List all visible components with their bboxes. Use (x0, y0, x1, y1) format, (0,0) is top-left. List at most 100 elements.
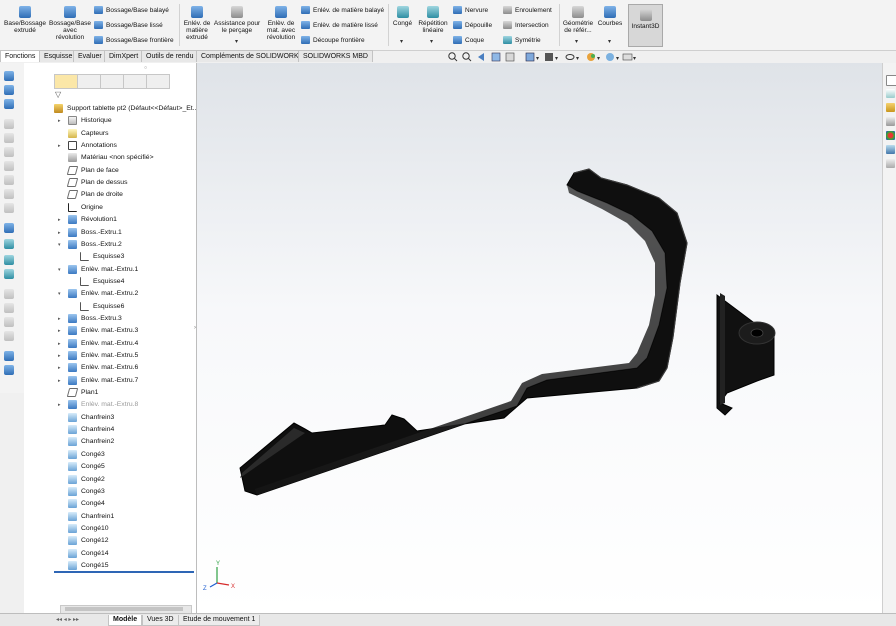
tree-item[interactable]: ▸ Enlèv. mat.-Extru.5 (24, 350, 196, 362)
tree-item[interactable]: ▸ Révolution1 (24, 214, 196, 226)
rib-button[interactable]: Nervure (453, 6, 488, 15)
tree-item[interactable]: Plan de face (24, 165, 196, 177)
file-explorer-icon[interactable] (886, 117, 895, 126)
view-settings-icon[interactable]: ▾ (622, 53, 636, 62)
tree-item[interactable]: ▸ Historique (24, 115, 196, 127)
fillet-button[interactable]: Congé (390, 6, 415, 27)
tree-item[interactable]: Congé3 (24, 449, 196, 461)
dimxpert-manager-tab-icon[interactable] (123, 74, 147, 89)
instant3d-button[interactable]: Instant3D (628, 4, 663, 47)
mirror-button[interactable]: Symétrie (503, 36, 541, 45)
hide-show-items-icon[interactable]: ▾ (565, 54, 579, 63)
swept-boss-button[interactable]: Bossage/Base balayé (94, 6, 169, 15)
property-manager-tab-icon[interactable] (77, 74, 101, 89)
view-orientation-icon[interactable]: ▾ (525, 52, 539, 62)
apply-scene-icon[interactable]: ▾ (606, 53, 619, 62)
tree-item[interactable]: ▸ Enlèv. mat.-Extru.8 (24, 399, 196, 411)
curves-chevron-down-icon[interactable]: ▾ (608, 38, 611, 45)
reference-geometry-button[interactable]: Géométrie de référ... (561, 6, 595, 34)
toolbar-shell-icon[interactable] (4, 239, 14, 249)
display-manager-tab-icon[interactable] (146, 74, 170, 89)
tab-esquisse[interactable]: Esquisse (39, 50, 78, 62)
lofted-boss-button[interactable]: Bossage/Base lissé (94, 21, 163, 30)
shell-button[interactable]: Coque (453, 36, 484, 45)
expand-arrow-icon[interactable]: ▸ (58, 313, 64, 325)
tree-item[interactable]: Chanfrein4 (24, 424, 196, 436)
tree-item[interactable]: ▸ Annotations (24, 140, 196, 152)
graphics-area[interactable]: Y X Z (197, 63, 882, 613)
tree-item[interactable]: Chanfrein3 (24, 412, 196, 424)
expanded-arrow-icon[interactable]: ▾ (58, 288, 64, 300)
expand-arrow-icon[interactable]: ▸ (58, 338, 64, 350)
expand-arrow-icon[interactable]: ▸ (58, 115, 64, 127)
panel-grip-icon[interactable]: ○ (144, 65, 147, 71)
zoom-to-fit-icon[interactable] (448, 52, 458, 62)
tree-item[interactable]: ▾ Enlèv. mat.-Extru.1 (24, 264, 196, 276)
expanded-arrow-icon[interactable]: ▾ (58, 264, 64, 276)
tree-item[interactable]: Esquisse4 (24, 276, 196, 288)
tree-item[interactable]: Support tablette pt2 (Défaut<<Défaut>_Et… (24, 103, 198, 115)
feature-manager-tab-icon[interactable] (54, 74, 78, 89)
collapse-panel-icon[interactable]: › (194, 325, 196, 331)
tree-item[interactable]: Congé12 (24, 535, 196, 547)
tab-fonctions[interactable]: Fonctions (0, 50, 41, 62)
toolbar-feature-icon[interactable] (4, 365, 14, 375)
toolbar-sweep-icon[interactable] (4, 99, 14, 109)
toolbar-hole-icon[interactable] (4, 223, 14, 233)
tab-scroll-arrows-icon[interactable]: ◂◂ ◂ ▸ ▸▸ (56, 616, 79, 623)
tree-item[interactable]: ▸ Boss.-Extru.3 (24, 313, 196, 325)
tree-item[interactable]: ▸ Enlèv. mat.-Extru.3 (24, 325, 196, 337)
tree-item[interactable]: Capteurs (24, 128, 196, 140)
expanded-arrow-icon[interactable]: ▾ (58, 239, 64, 251)
previous-view-icon[interactable] (478, 53, 484, 61)
tree-item[interactable]: ▸ Enlèv. mat.-Extru.7 (24, 375, 196, 387)
tree-item[interactable]: Congé2 (24, 474, 196, 486)
appearances-icon[interactable] (886, 131, 895, 140)
linear-pattern-button[interactable]: Répétition linéaire (416, 6, 450, 34)
hole-wizard-button[interactable]: Assistance pour le perçage (213, 6, 261, 34)
display-style-icon[interactable]: ▾ (545, 53, 558, 62)
tree-item[interactable]: Chanfrein1 (24, 511, 196, 523)
tree-item[interactable]: Congé5 (24, 461, 196, 473)
wrap-button[interactable]: Enroulement (503, 6, 552, 15)
dynamic-annotation-icon[interactable] (505, 52, 515, 62)
extruded-cut-button[interactable]: Enlév. de matière extrudé (182, 6, 212, 41)
tree-item[interactable]: Congé4 (24, 498, 196, 510)
design-library-icon[interactable] (886, 103, 895, 112)
forum-icon[interactable] (886, 159, 895, 168)
revolve-boss-button[interactable]: Bossage/Base avec révolution (49, 6, 91, 41)
expand-arrow-icon[interactable]: ▸ (58, 227, 64, 239)
filter-icon[interactable]: ▽ (55, 90, 61, 99)
configuration-manager-tab-icon[interactable] (100, 74, 124, 89)
expand-arrow-icon[interactable]: ▸ (58, 140, 64, 152)
intersect-button[interactable]: Intersection (503, 21, 549, 30)
tree-item[interactable]: ▾ Boss.-Extru.2 (24, 239, 196, 251)
expand-arrow-icon[interactable]: ▸ (58, 362, 64, 374)
toolbar-revolve-icon[interactable] (4, 85, 14, 95)
tree-item[interactable]: Plan de droite (24, 189, 196, 201)
swept-cut-button[interactable]: Enlév. de matière balayé (301, 6, 384, 15)
pattern-chevron-down-icon[interactable]: ▾ (430, 38, 433, 45)
expand-arrow-icon[interactable]: ▸ (58, 325, 64, 337)
tab-complements-solidworks[interactable]: Compléments de SOLIDWORKS (196, 50, 309, 62)
tab-dimxpert[interactable]: DimXpert (104, 50, 144, 62)
custom-properties-icon[interactable] (886, 145, 895, 154)
tab-evaluer[interactable]: Evaluer (73, 50, 107, 62)
expand-arrow-icon[interactable]: ▸ (58, 350, 64, 362)
edit-appearance-icon[interactable]: ▾ (587, 53, 600, 62)
tree-item[interactable]: Plan1 (24, 387, 196, 399)
curves-button[interactable]: Courbes (596, 6, 624, 27)
tab-modele[interactable]: Modèle (108, 615, 143, 626)
zoom-to-area-icon[interactable] (462, 52, 472, 62)
tree-item[interactable]: ▸ Boss.-Extru.1 (24, 227, 196, 239)
scrollbar-thumb[interactable] (65, 607, 183, 611)
section-view-icon[interactable] (491, 52, 501, 62)
tree-item[interactable]: Matériau <non spécifié> (24, 152, 196, 164)
toolbar-pattern-icon[interactable] (4, 269, 14, 279)
tab-outils-de-rendu[interactable]: Outils de rendu (141, 50, 199, 62)
toolbar-mirror-icon[interactable] (4, 255, 14, 265)
expand-arrow-icon[interactable]: ▸ (58, 399, 64, 411)
toolbar-feature-icon[interactable] (4, 351, 14, 361)
home-icon[interactable] (886, 75, 896, 86)
expand-arrow-icon[interactable]: ▸ (58, 375, 64, 387)
